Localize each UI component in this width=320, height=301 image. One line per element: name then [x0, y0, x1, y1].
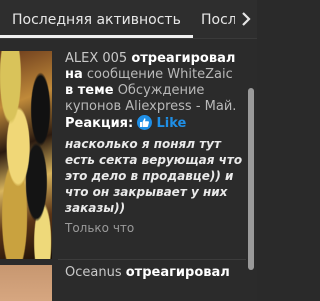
action-text: отреагировал — [125, 265, 230, 280]
avatar[interactable] — [0, 51, 52, 259]
tab-scroll-right-button[interactable] — [235, 0, 257, 38]
action-text: отреагировал — [131, 51, 236, 66]
activity-widget: Последняя активность Посл ALEX 005 отреа… — [0, 0, 257, 301]
scrollbar-thumb[interactable] — [248, 88, 254, 270]
username-link[interactable]: Oceanus — [65, 265, 122, 280]
activity-text: Oceanus отреагировал — [65, 265, 245, 281]
item-divider — [58, 259, 246, 260]
tab-latest-posts[interactable]: Посл — [201, 0, 235, 38]
thumbs-up-icon — [137, 115, 153, 130]
reaction-name: Like — [156, 116, 187, 131]
timestamp[interactable]: Только что — [65, 220, 245, 236]
preposition-text: в теме — [65, 83, 114, 98]
activity-text: ALEX 005 отреагировал на сообщение White… — [65, 51, 245, 236]
post-link[interactable]: сообщение WhiteZaic — [87, 67, 233, 82]
tab-bar: Последняя активность Посл — [0, 0, 257, 39]
tab-latest-activity[interactable]: Последняя активность — [0, 0, 193, 38]
post-snippet: насколько я понял тут есть секта верующа… — [65, 137, 243, 215]
username-link[interactable]: ALEX 005 — [65, 51, 127, 66]
reaction-label: Реакция: — [65, 116, 134, 131]
preposition-text: на — [65, 67, 83, 82]
avatar[interactable] — [0, 265, 52, 301]
chevron-right-icon — [242, 12, 251, 26]
activity-list[interactable]: ALEX 005 отреагировал на сообщение White… — [0, 40, 257, 301]
